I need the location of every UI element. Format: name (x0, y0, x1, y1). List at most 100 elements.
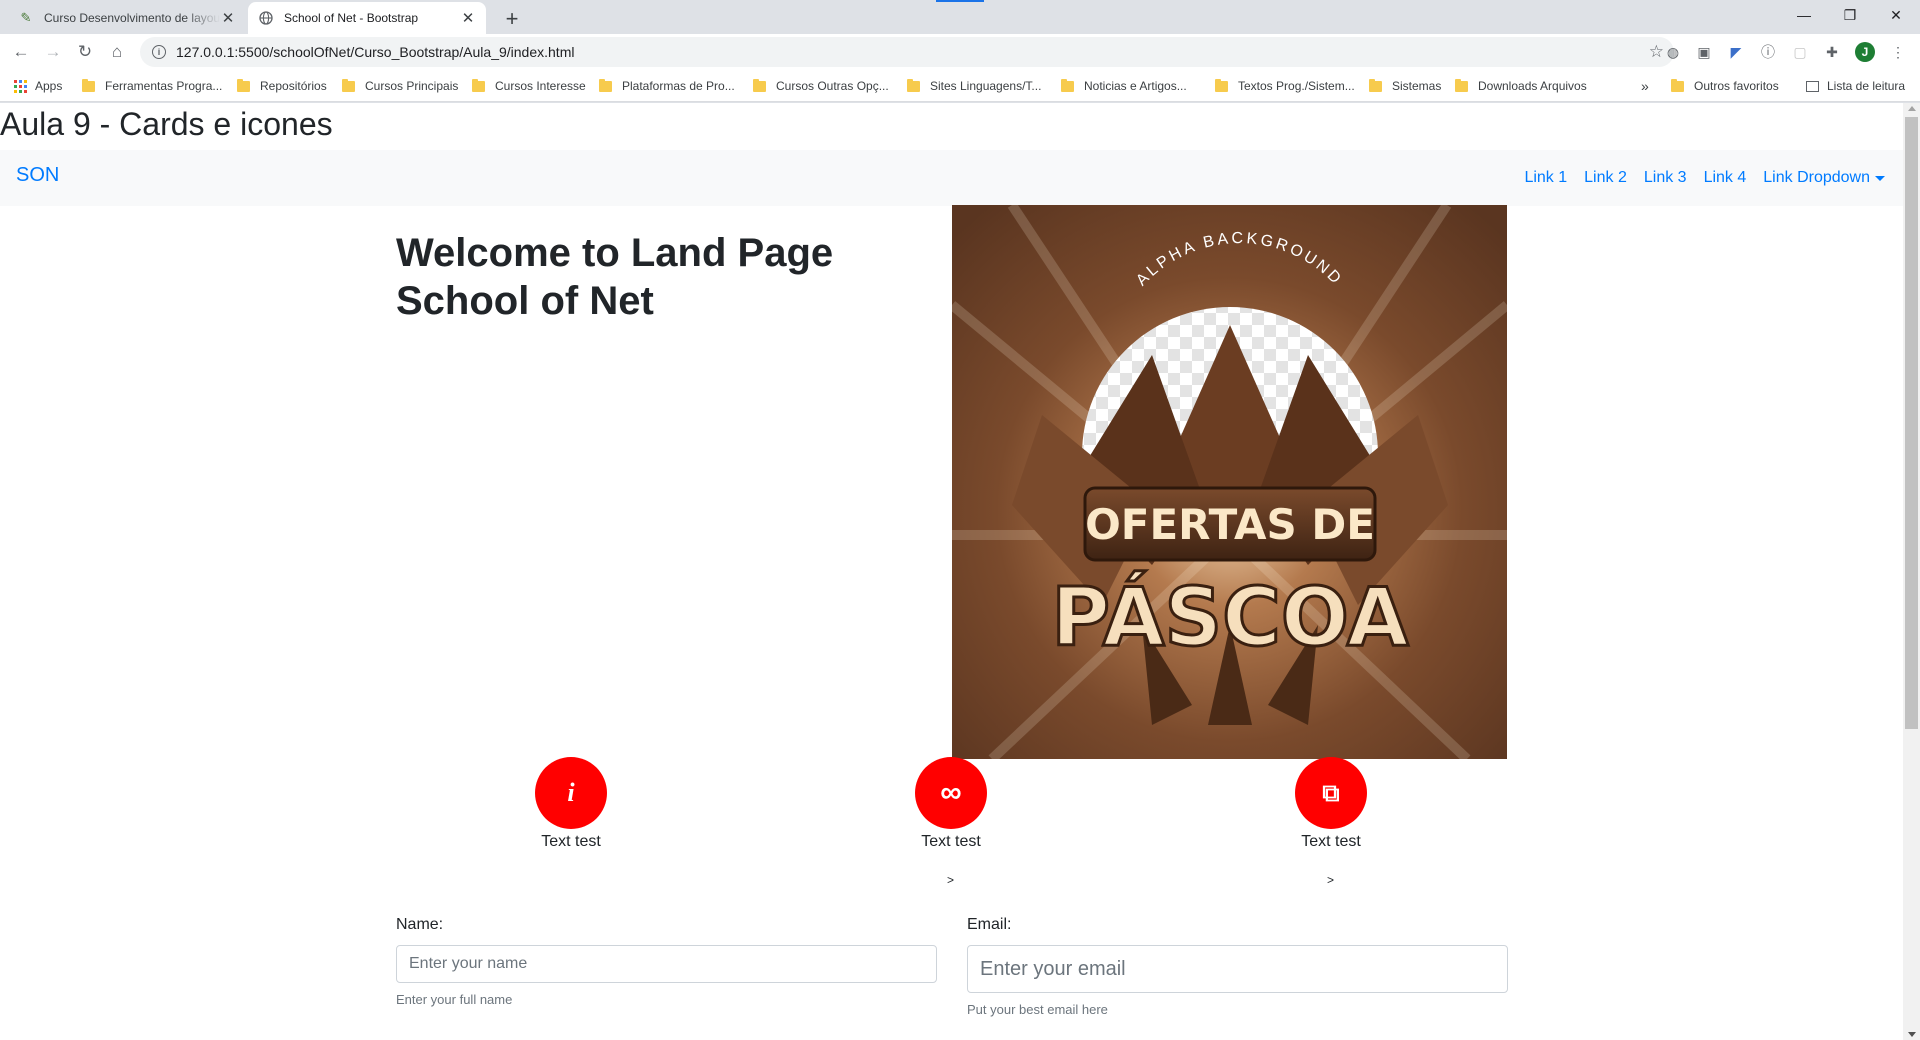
scroll-thumb[interactable] (1905, 117, 1918, 729)
hero-title: Welcome to Land Page School of Net (396, 231, 834, 323)
feature-text: Text test (1301, 833, 1361, 850)
image-line1: OFERTAS DE (1085, 500, 1375, 549)
browser-toolbar: ← → ↻ ⌂ i 127.0.0.1:5500/schoolOfNet/Cur… (0, 34, 1920, 70)
bookmark-folder[interactable]: Repositórios (237, 70, 327, 102)
folder-icon (342, 78, 355, 92)
reload-icon[interactable]: ↻ (71, 38, 99, 66)
folder-icon (753, 78, 766, 92)
tab-title: School of Net - Bootstrap (284, 11, 419, 25)
profile-avatar[interactable]: J (1855, 42, 1875, 62)
folder-icon (237, 78, 250, 92)
scroll-up-arrow-icon[interactable] (1908, 106, 1916, 111)
navbar-links: Link 1 Link 2 Link 3 Link 4 Link Dropdow… (1507, 150, 1885, 206)
feature-card: ⧉ Text test (1231, 757, 1431, 851)
page-scrollbar[interactable] (1903, 103, 1920, 1040)
restore-icon[interactable]: ❐ (1827, 0, 1873, 30)
close-window-icon[interactable]: ✕ (1873, 0, 1919, 30)
nav-link-2[interactable]: Link 2 (1584, 169, 1627, 187)
browser-tab-active[interactable]: School of Net - Bootstrap ✕ (248, 2, 486, 34)
feature-card: ∞ Text test (851, 757, 1051, 851)
easter-offers-image: ALPHA BACKGROUND OFERTAS DE PÁSCOA (952, 205, 1507, 759)
menu-kebab-icon[interactable]: ⋮ (1888, 42, 1908, 62)
image-line2: PÁSCOA (1051, 570, 1408, 664)
forward-arrow-icon[interactable]: → (39, 38, 67, 66)
browser-tab-inactive[interactable]: ✎ Curso Desenvolvimento de layout ✕ (8, 2, 246, 34)
bookmark-folder[interactable]: Cursos Principais (342, 70, 458, 102)
caret-down-icon (1875, 175, 1885, 181)
bookmark-folder[interactable]: Textos Prog./Sistem... (1215, 70, 1355, 102)
scroll-down-arrow-icon[interactable] (1908, 1032, 1916, 1037)
reading-list[interactable]: Lista de leitura (1806, 70, 1905, 102)
stray-text: > (947, 873, 955, 887)
reading-list-icon (1806, 80, 1819, 92)
bookmarks-overflow-button[interactable]: » (1641, 70, 1649, 102)
nav-dropdown-label: Link Dropdown (1763, 169, 1870, 186)
feature-text: Text test (921, 833, 981, 850)
minimize-icon[interactable]: — (1781, 0, 1827, 30)
tab-close-icon[interactable]: ✕ (220, 9, 236, 27)
info-icon: i (567, 778, 575, 807)
back-arrow-icon[interactable]: ← (7, 38, 35, 66)
bookmark-folder[interactable]: Cursos Interesse (472, 70, 586, 102)
nav-link-4[interactable]: Link 4 (1704, 169, 1747, 187)
extension-icon[interactable]: ▢ (1790, 42, 1810, 62)
folder-icon (82, 78, 95, 92)
email-help-text: Put your best email here (967, 1002, 1108, 1017)
folder-icon (1369, 78, 1382, 92)
name-label: Name: (396, 916, 444, 933)
name-help-text: Enter your full name (396, 992, 513, 1007)
bookmark-folder[interactable]: Sistemas (1369, 70, 1441, 102)
bookmark-folder[interactable]: Downloads Arquivos (1455, 70, 1587, 102)
bookmark-folder[interactable]: Cursos Outras Opç... (753, 70, 889, 102)
feature-circle: i (535, 757, 607, 829)
bookmark-apps[interactable]: Apps (14, 70, 62, 102)
feature-text: Text test (541, 833, 601, 850)
folder-icon (907, 78, 920, 92)
clone-icon: ⧉ (1322, 779, 1340, 807)
navbar: SON Link 1 Link 2 Link 3 Link 4 Link Dro… (0, 150, 1903, 206)
navbar-brand[interactable]: SON (16, 164, 59, 187)
bookmark-folder[interactable]: Ferramentas Progra... (82, 70, 222, 102)
email-label: Email: (967, 916, 1012, 933)
page-viewport: Aula 9 - Cards e icones SON Link 1 Link … (0, 103, 1903, 1040)
tab-title: Curso Desenvolvimento de layout (44, 11, 220, 25)
page-title: Aula 9 - Cards e icones (0, 106, 333, 142)
site-info-icon[interactable]: i (152, 45, 166, 59)
bookmarks-bar: Apps Ferramentas Progra... Repositórios … (0, 70, 1920, 102)
folder-icon (1455, 78, 1468, 92)
extension-globe-icon[interactable]: ◍ (1663, 42, 1683, 62)
infinity-icon: ∞ (940, 776, 962, 809)
tab-search-indicator (936, 0, 984, 2)
folder-icon (1671, 78, 1684, 92)
folder-icon (1061, 78, 1074, 92)
browser-tab-strip: ✎ Curso Desenvolvimento de layout ✕ Scho… (0, 0, 1920, 34)
puzzle-extensions-icon[interactable]: ✚ (1822, 42, 1842, 62)
nav-link-3[interactable]: Link 3 (1644, 169, 1687, 187)
new-tab-plus-icon[interactable]: + (498, 5, 526, 33)
stray-text: > (1327, 873, 1335, 887)
nav-link-1[interactable]: Link 1 (1524, 169, 1567, 187)
extension-icon[interactable]: ◤ (1726, 42, 1746, 62)
bookmark-folder[interactable]: Sites Linguagens/T... (907, 70, 1041, 102)
name-input[interactable] (396, 945, 937, 983)
home-icon[interactable]: ⌂ (103, 38, 131, 66)
bookmark-folder[interactable]: Noticias e Artigos... (1061, 70, 1187, 102)
feature-circle: ∞ (915, 757, 987, 829)
nav-dropdown-toggle[interactable]: Link Dropdown (1763, 169, 1885, 187)
screenshot-extension-icon[interactable]: ▣ (1694, 42, 1714, 62)
folder-icon (1215, 78, 1228, 92)
globe-icon (258, 10, 274, 26)
extension-icon[interactable]: ⓘ (1758, 42, 1778, 62)
email-input[interactable] (967, 945, 1508, 993)
url-text: 127.0.0.1:5500/schoolOfNet/Curso_Bootstr… (176, 44, 575, 60)
tab-favicon-icon: ✎ (20, 10, 32, 25)
feature-circle: ⧉ (1295, 757, 1367, 829)
apps-grid-icon (14, 79, 27, 93)
other-bookmarks[interactable]: Outros favoritos (1671, 70, 1779, 102)
folder-icon (472, 78, 485, 92)
bookmark-folder[interactable]: Plataformas de Pro... (599, 70, 735, 102)
bookmark-star-icon[interactable]: ☆ (1649, 42, 1664, 62)
address-bar[interactable]: i 127.0.0.1:5500/schoolOfNet/Curso_Boots… (140, 37, 1674, 67)
tab-close-icon[interactable]: ✕ (460, 9, 476, 27)
feature-card: i Text test (471, 757, 671, 851)
